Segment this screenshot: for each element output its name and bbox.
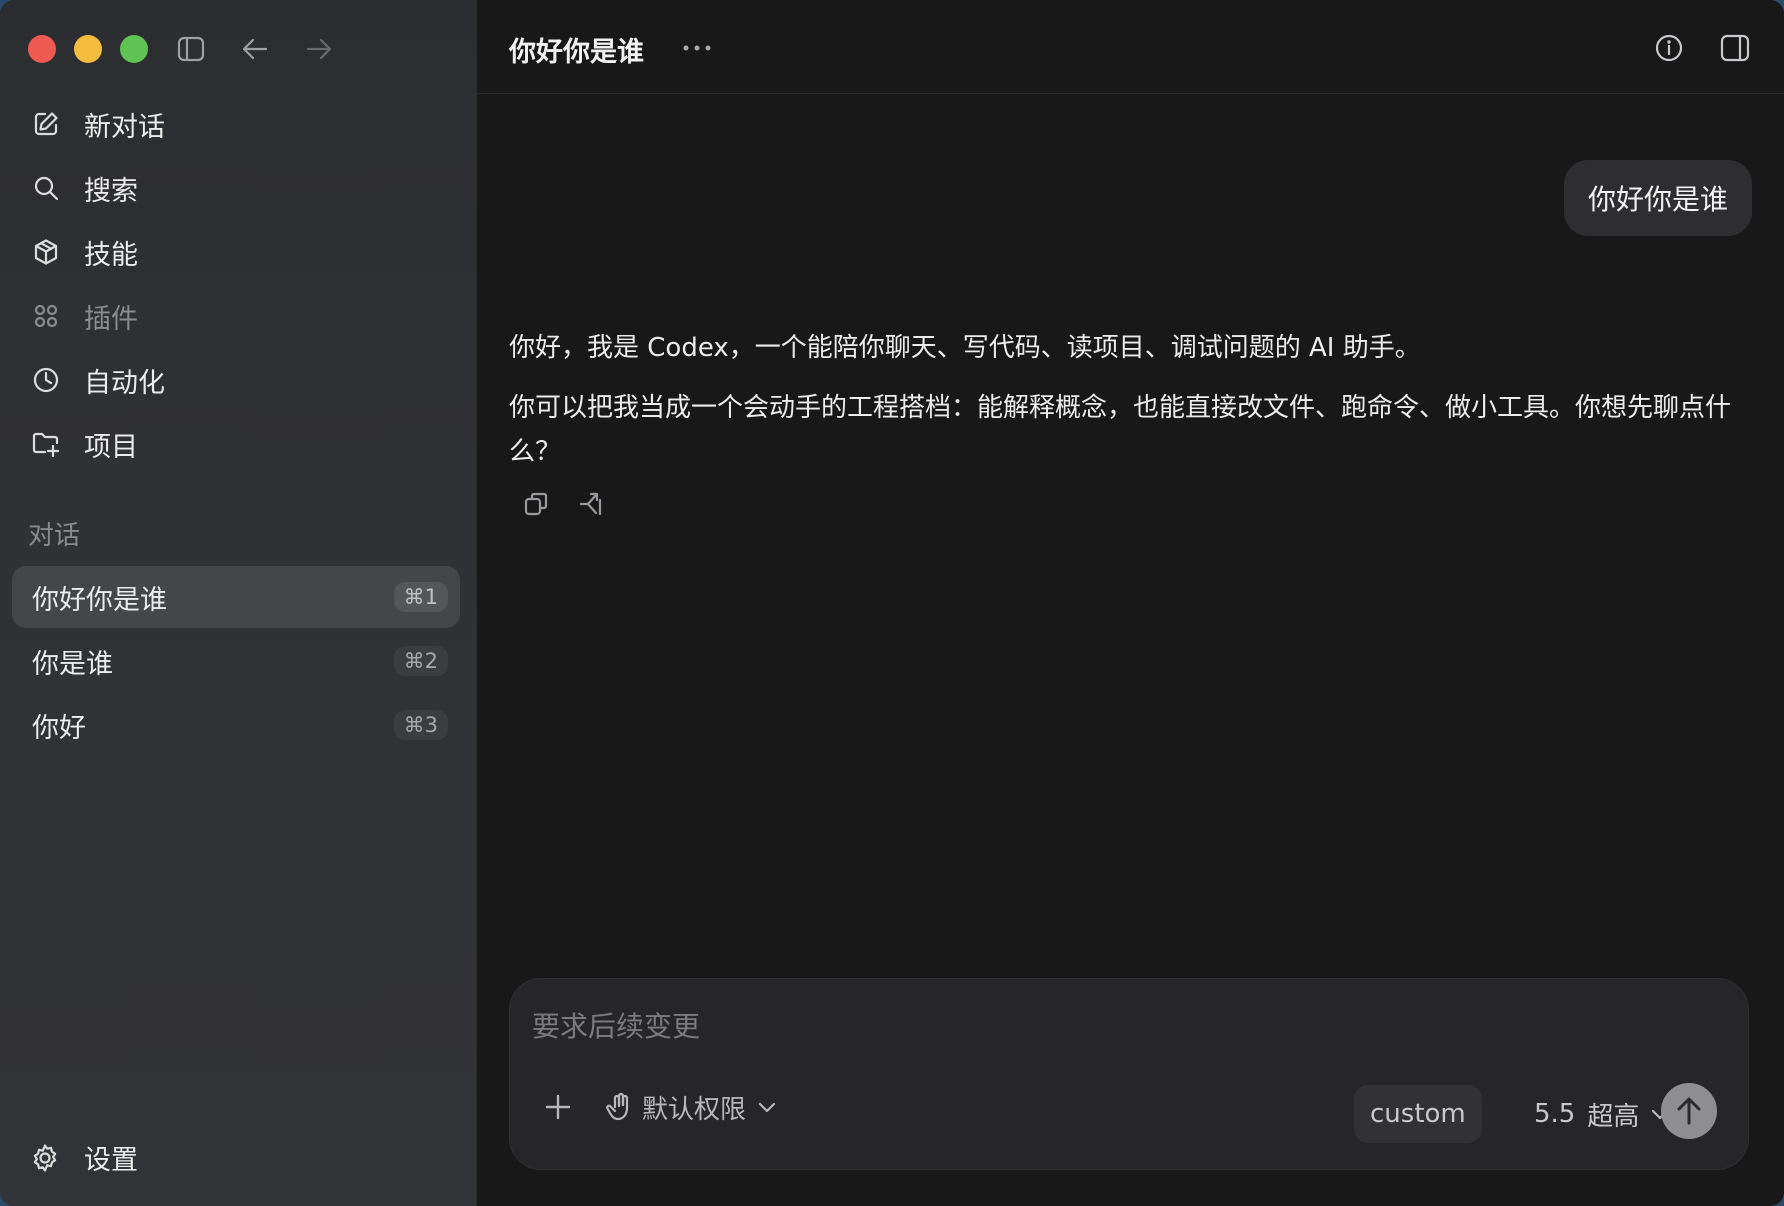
settings-button[interactable]: 设置 [28, 1138, 138, 1177]
assistant-message: 你好，我是 Codex，一个能陪你聊天、写代码、读项目、调试问题的 AI 助手。… [509, 326, 1757, 490]
sidebar: 新对话 搜索 技能 插件 自动化 项目 对话 你好你是谁 ⌘1 你是谁 ⌘2 你… [0, 0, 476, 1206]
assistant-paragraph: 你好，我是 Codex，一个能陪你聊天、写代码、读项目、调试问题的 AI 助手。 [509, 333, 1421, 363]
plugins-button[interactable]: 插件 [12, 284, 462, 348]
projects-label: 项目 [84, 431, 138, 463]
automation-button[interactable]: 自动化 [12, 348, 462, 412]
projects-button[interactable]: 项目 [12, 412, 462, 476]
chat-main: 你好你是谁 你好你是谁 你好，我是 Codex，一个能陪你聊天、写代码、读项目、… [476, 0, 1784, 1206]
search-icon [30, 172, 62, 204]
cube-icon [30, 236, 62, 268]
skills-button[interactable]: 技能 [12, 220, 462, 284]
conversation-title: 你好 [32, 712, 86, 744]
app-window: 新对话 搜索 技能 插件 自动化 项目 对话 你好你是谁 ⌘1 你是谁 ⌘2 你… [0, 0, 1784, 1206]
add-attachment-icon[interactable] [536, 1085, 580, 1129]
search-button[interactable]: 搜索 [12, 156, 462, 220]
minimize-window-button[interactable] [74, 35, 102, 63]
automation-label: 自动化 [84, 367, 165, 399]
model-selector[interactable]: 5.5 超高 [1534, 1085, 1669, 1143]
conversation-list: 你好你是谁 ⌘1 你是谁 ⌘2 你好 ⌘3 [12, 566, 460, 758]
custom-mode-button[interactable]: custom [1354, 1085, 1482, 1143]
chevron-down-icon [758, 1102, 776, 1113]
model-effort: 超高 [1587, 1101, 1640, 1132]
send-button[interactable] [1661, 1083, 1717, 1139]
new-chat-label: 新对话 [84, 111, 165, 143]
edit-icon [30, 108, 62, 140]
sidebar-nav: 新对话 搜索 技能 插件 自动化 项目 [12, 92, 462, 476]
folder-plus-icon [30, 428, 62, 460]
shortcut-badge: ⌘2 [393, 646, 448, 676]
message-actions [519, 487, 609, 521]
close-window-button[interactable] [28, 35, 56, 63]
permission-dropdown[interactable]: 默认权限 [606, 1085, 776, 1129]
follow-up-input[interactable] [532, 1001, 1712, 1051]
custom-label: custom [1370, 1099, 1466, 1129]
gear-icon [28, 1141, 62, 1175]
conversation-item[interactable]: 你是谁 ⌘2 [12, 630, 460, 692]
model-version: 5.5 [1534, 1099, 1576, 1129]
back-arrow-icon[interactable] [236, 30, 274, 68]
conversation-item[interactable]: 你好你是谁 ⌘1 [12, 566, 460, 628]
composer: 默认权限 custom 5.5 超高 [509, 978, 1749, 1170]
chat-title: 你好你是谁 [509, 37, 644, 68]
new-chat-button[interactable]: 新对话 [12, 92, 462, 156]
conversation-title: 你好你是谁 [32, 584, 167, 616]
shortcut-badge: ⌘3 [393, 710, 448, 740]
search-label: 搜索 [84, 175, 138, 207]
clock-icon [30, 364, 62, 396]
grid-dots-icon [30, 300, 62, 332]
hand-icon [606, 1092, 629, 1121]
sidebar-toggle-icon[interactable] [172, 30, 210, 68]
assistant-paragraph: 你可以把我当成一个会动手的工程搭档：能解释概念，也能直接改文件、跑命令、做小工具… [509, 393, 1732, 467]
conversation-title: 你是谁 [32, 648, 113, 680]
branch-icon[interactable] [575, 487, 609, 521]
info-icon[interactable] [1649, 28, 1689, 68]
zoom-window-button[interactable] [120, 35, 148, 63]
conversation-item[interactable]: 你好 ⌘3 [12, 694, 460, 756]
user-message-bubble: 你好你是谁 [1563, 160, 1752, 236]
arrow-up-icon [1677, 1097, 1701, 1125]
settings-label: 设置 [84, 1145, 138, 1176]
panel-toggle-icon[interactable] [1715, 28, 1755, 68]
permission-label: 默认权限 [642, 1094, 747, 1125]
shortcut-badge: ⌘1 [393, 582, 448, 612]
forward-arrow-icon[interactable] [300, 30, 338, 68]
skills-label: 技能 [84, 239, 138, 271]
plugins-label: 插件 [84, 303, 138, 335]
conversations-section-label: 对话 [28, 521, 81, 551]
copy-icon[interactable] [519, 487, 553, 521]
more-icon[interactable] [677, 30, 717, 66]
chat-header: 你好你是谁 [477, 0, 1784, 94]
